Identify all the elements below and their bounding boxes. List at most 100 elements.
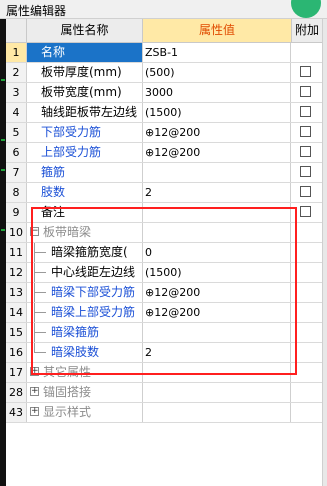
property-row[interactable]: 1 名称 ZSB-1 [6, 43, 322, 63]
add-cell [292, 183, 322, 202]
add-checkbox[interactable] [300, 106, 311, 117]
property-name[interactable]: 名称 [27, 43, 143, 62]
property-value[interactable]: 3000 [143, 83, 291, 102]
property-name[interactable]: 轴线距板带左边线 [27, 103, 143, 122]
property-name[interactable]: 暗梁箍筋宽度( [27, 243, 143, 262]
add-checkbox[interactable] [300, 66, 311, 77]
add-cell [292, 163, 322, 182]
row-number: 43 [6, 403, 27, 422]
add-cell [292, 363, 322, 382]
property-value[interactable]: (500) [143, 63, 291, 82]
property-row[interactable]: 11 暗梁箍筋宽度( 0 [6, 243, 322, 263]
property-name[interactable]: 下部受力筋 [27, 123, 143, 142]
property-name[interactable]: 中心线距左边线 [27, 263, 143, 282]
expand-icon[interactable]: + [30, 387, 39, 396]
property-row[interactable]: 2 板带厚度(mm) (500) [6, 63, 322, 83]
property-row[interactable]: 6 上部受力筋 ⊕12@200 [6, 143, 322, 163]
property-row[interactable]: 13 暗梁下部受力筋 ⊕12@200 [6, 283, 322, 303]
property-name[interactable]: 暗梁上部受力筋 [27, 303, 143, 322]
property-row[interactable]: 3 板带宽度(mm) 3000 [6, 83, 322, 103]
property-row[interactable]: 16 暗梁肢数 2 [6, 343, 322, 363]
add-cell [292, 343, 322, 362]
header-name: 属性名称 [27, 19, 143, 42]
name-text: 名称 [41, 45, 66, 59]
property-row[interactable]: 12 中心线距左边线 (1500) [6, 263, 322, 283]
property-value[interactable]: ⊕12@200 [143, 283, 291, 302]
tree-line [34, 312, 46, 313]
expand-icon[interactable]: + [30, 407, 39, 416]
property-value[interactable]: 0 [143, 243, 291, 262]
add-checkbox[interactable] [300, 186, 311, 197]
group-label: 板带暗梁 [43, 225, 92, 239]
property-row[interactable]: 14 暗梁上部受力筋 ⊕12@200 [6, 303, 322, 323]
property-name[interactable]: 板带厚度(mm) [27, 63, 143, 82]
property-row[interactable]: 8 肢数 2 [6, 183, 322, 203]
property-value[interactable]: ⊕12@200 [143, 303, 291, 322]
row-number: 14 [6, 303, 27, 322]
add-cell [292, 123, 322, 142]
property-value[interactable] [143, 163, 291, 182]
expand-icon[interactable]: + [30, 367, 39, 376]
name-text: 上部受力筋 [41, 145, 102, 159]
row-number: 4 [6, 103, 27, 122]
property-row[interactable]: 5 下部受力筋 ⊕12@200 [6, 123, 322, 143]
property-value[interactable]: ⊕12@200 [143, 143, 291, 162]
group-name[interactable]: + 锚固搭接 [27, 383, 143, 402]
add-cell [292, 223, 322, 242]
property-value[interactable]: 2 [143, 183, 291, 202]
add-cell [292, 283, 322, 302]
add-checkbox[interactable] [300, 206, 311, 217]
floating-action-icon[interactable] [291, 0, 321, 18]
group-label: 其它属性 [43, 365, 92, 379]
property-name[interactable]: 箍筋 [27, 163, 143, 182]
property-value[interactable]: ZSB-1 [143, 43, 291, 62]
property-row[interactable]: 7 箍筋 [6, 163, 322, 183]
property-row[interactable]: 4 轴线距板带左边线 (1500) [6, 103, 322, 123]
row-number: 8 [6, 183, 27, 202]
add-cell [292, 83, 322, 102]
scrollbar[interactable] [322, 19, 327, 486]
add-checkbox[interactable] [300, 126, 311, 137]
group-row[interactable]: 17 + 其它属性 [6, 363, 322, 383]
property-value [143, 223, 291, 242]
group-name[interactable]: + 显示样式 [27, 403, 143, 422]
collapse-icon[interactable]: − [30, 227, 39, 236]
property-name[interactable]: 备注 [27, 203, 143, 222]
property-row[interactable]: 9 备注 [6, 203, 322, 223]
property-value[interactable]: ⊕12@200 [143, 123, 291, 142]
add-cell [292, 323, 322, 342]
add-checkbox[interactable] [300, 146, 311, 157]
add-cell [292, 63, 322, 82]
property-value[interactable]: (1500) [143, 263, 291, 282]
group-row[interactable]: 43 + 显示样式 [6, 403, 322, 423]
row-number: 9 [6, 203, 27, 222]
group-row[interactable]: 28 + 锚固搭接 [6, 383, 322, 403]
property-value[interactable]: 2 [143, 343, 291, 362]
add-cell [292, 243, 322, 262]
title-bar: 属性编辑器 [0, 0, 327, 19]
property-value[interactable] [143, 203, 291, 222]
name-text: 暗梁箍筋宽度( [51, 245, 128, 259]
row-number: 10 [6, 223, 27, 242]
property-value[interactable] [143, 323, 291, 342]
property-row[interactable]: 15 暗梁箍筋 [6, 323, 322, 343]
property-name[interactable]: 肢数 [27, 183, 143, 202]
group-row[interactable]: 10 − 板带暗梁 [6, 223, 322, 243]
group-name[interactable]: − 板带暗梁 [27, 223, 143, 242]
property-name[interactable]: 暗梁下部受力筋 [27, 283, 143, 302]
add-cell [292, 43, 322, 62]
group-name[interactable]: + 其它属性 [27, 363, 143, 382]
add-checkbox[interactable] [300, 86, 311, 97]
property-name[interactable]: 上部受力筋 [27, 143, 143, 162]
name-text: 肢数 [41, 185, 66, 199]
row-number: 5 [6, 123, 27, 142]
property-name[interactable]: 暗梁箍筋 [27, 323, 143, 342]
row-number: 3 [6, 83, 27, 102]
property-value[interactable]: (1500) [143, 103, 291, 122]
name-text: 下部受力筋 [41, 125, 102, 139]
property-name[interactable]: 板带宽度(mm) [27, 83, 143, 102]
header-add: 附加 [294, 23, 319, 37]
property-name[interactable]: 暗梁肢数 [27, 343, 143, 362]
add-checkbox[interactable] [300, 166, 311, 177]
name-text: 轴线距板带左边线 [41, 105, 138, 119]
